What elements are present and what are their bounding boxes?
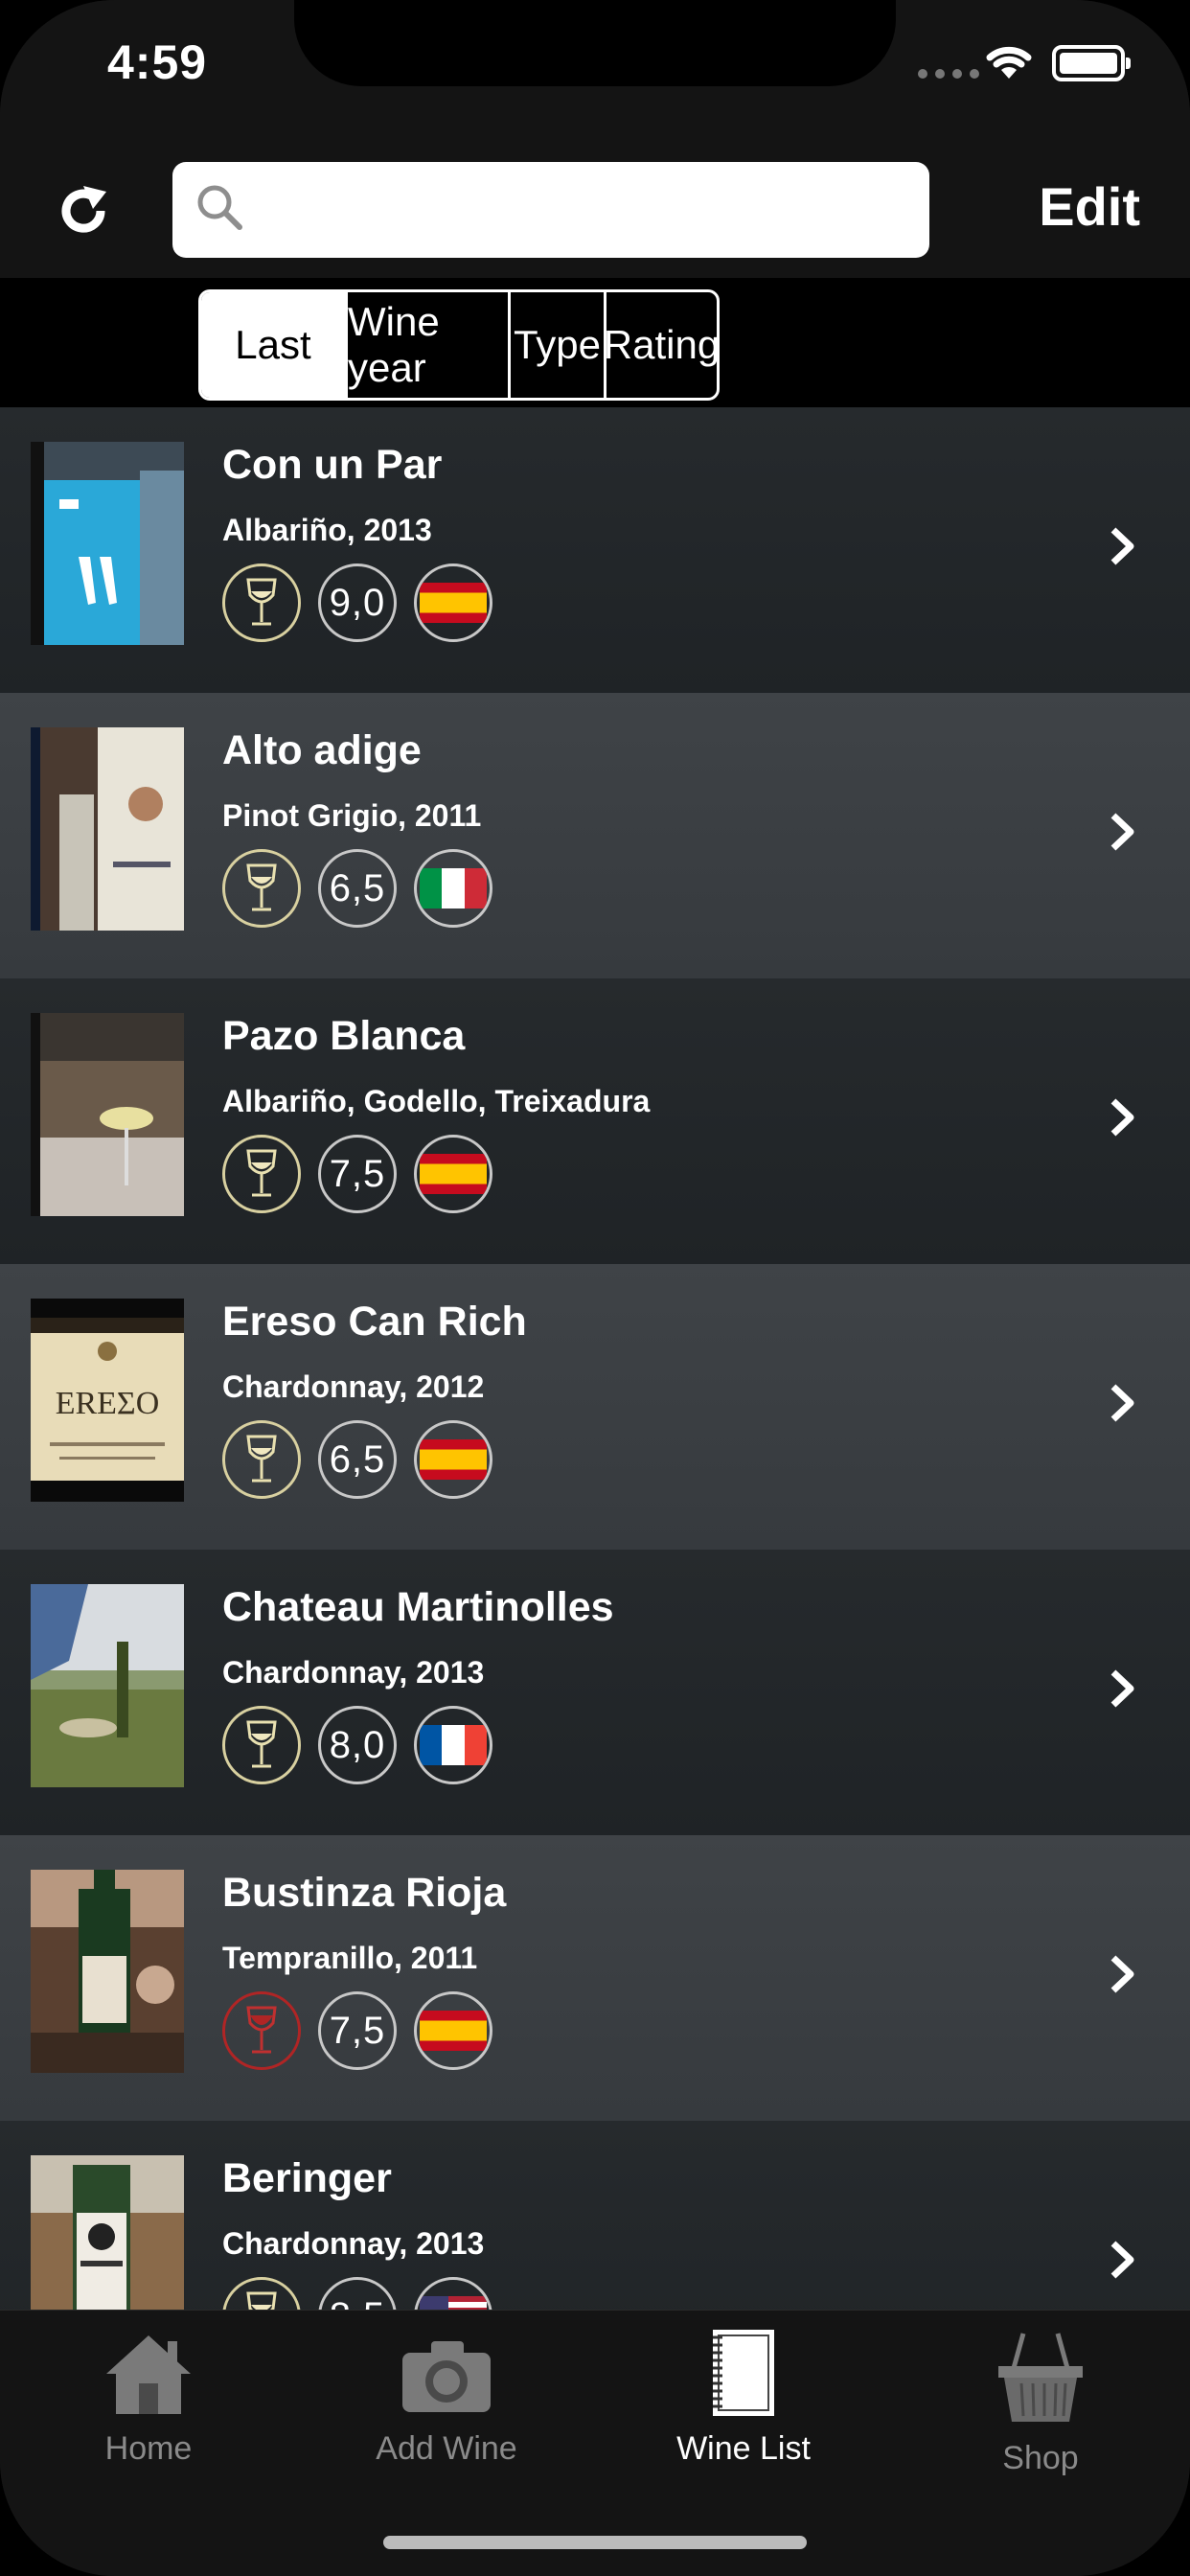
wine-photo xyxy=(31,442,184,645)
camera-icon xyxy=(402,2341,491,2412)
wine-row[interactable]: Pazo Blanca Albariño, Godello, Treixadur… xyxy=(0,978,1190,1264)
rating-badge: 7,5 xyxy=(318,1991,397,2070)
wine-row[interactable]: Con un Par Albariño, 2013 9,0 xyxy=(0,407,1190,693)
wine-row[interactable]: EREΣO Ereso Can Rich Chardonnay, 2012 6,… xyxy=(0,1264,1190,1550)
wine-photo xyxy=(31,727,184,931)
chevron-right-icon xyxy=(1110,1955,1134,1993)
rating-badge: 8,5 xyxy=(318,2277,397,2310)
wine-row[interactable]: Chateau Martinolles Chardonnay, 2013 8,0 xyxy=(0,1550,1190,1835)
white-wine-glass-icon xyxy=(222,1135,301,1213)
sort-segmented-control: Last Wine year Type Rating xyxy=(198,289,720,401)
tab-label: Add Wine xyxy=(376,2430,517,2467)
device-notch xyxy=(294,0,896,86)
italy-flag-icon xyxy=(414,849,492,928)
segment-wine-year[interactable]: Wine year xyxy=(345,292,508,398)
search-icon xyxy=(197,185,242,230)
tab-label: Home xyxy=(104,2430,193,2467)
spain-flag-icon xyxy=(414,564,492,642)
rating-badge: 9,0 xyxy=(318,564,397,642)
spain-flag-icon xyxy=(414,1991,492,2070)
france-flag-icon xyxy=(414,1706,492,1784)
edit-button[interactable]: Edit xyxy=(1039,175,1140,238)
white-wine-glass-icon xyxy=(222,1420,301,1499)
wine-name: Pazo Blanca xyxy=(222,1013,466,1059)
chevron-right-icon xyxy=(1110,2241,1134,2279)
tab-home[interactable]: Home xyxy=(34,2330,263,2468)
home-indicator[interactable] xyxy=(383,2536,807,2549)
search-input[interactable] xyxy=(255,162,916,258)
chevron-right-icon xyxy=(1110,1669,1134,1708)
wine-photo xyxy=(31,1870,184,2073)
wine-grape-year: Tempranillo, 2011 xyxy=(222,1941,478,1975)
segment-type[interactable]: Type xyxy=(508,292,604,398)
chevron-right-icon xyxy=(1110,813,1134,851)
wine-photo xyxy=(31,2155,184,2310)
app-screen: 4:59 Edit Last Wine year Type Rating Con… xyxy=(0,0,1190,2576)
wine-grape-year: Albariño, 2013 xyxy=(222,513,432,547)
usa-flag-icon xyxy=(414,2277,492,2310)
sort-bar: Last Wine year Type Rating xyxy=(0,278,1190,407)
red-wine-glass-icon xyxy=(222,1991,301,2070)
wine-list: Con un Par Albariño, 2013 9,0 Alto adige… xyxy=(0,407,1190,2310)
white-wine-glass-icon xyxy=(222,849,301,928)
segment-rating[interactable]: Rating xyxy=(604,292,717,398)
house-icon xyxy=(106,2335,191,2414)
wine-photo xyxy=(31,1584,184,1787)
battery-icon xyxy=(1052,45,1131,81)
wine-grape-year: Chardonnay, 2013 xyxy=(222,1655,485,1690)
chevron-right-icon xyxy=(1110,1384,1134,1422)
chevron-right-icon xyxy=(1110,527,1134,565)
wine-grape-year: Chardonnay, 2012 xyxy=(222,1369,485,1404)
tab-label: Shop xyxy=(1002,2440,1079,2476)
white-wine-glass-icon xyxy=(222,2277,301,2310)
status-time: 4:59 xyxy=(107,35,208,89)
tab-shop[interactable]: Shop xyxy=(926,2330,1156,2477)
tab-add-wine[interactable]: Add Wine xyxy=(332,2330,561,2468)
chevron-right-icon xyxy=(1110,1098,1134,1137)
status-bar: 4:59 xyxy=(0,0,1190,139)
navigation-bar: Edit xyxy=(0,139,1190,278)
white-wine-glass-icon xyxy=(222,1706,301,1784)
wine-row[interactable]: Bustinza Rioja Tempranillo, 2011 7,5 xyxy=(0,1835,1190,2121)
wine-row[interactable]: Alto adige Pinot Grigio, 2011 6,5 xyxy=(0,693,1190,978)
spain-flag-icon xyxy=(414,1420,492,1499)
wine-name: Beringer xyxy=(222,2155,392,2201)
rating-badge: 6,5 xyxy=(318,849,397,928)
search-field[interactable] xyxy=(172,162,929,258)
wine-name: Ereso Can Rich xyxy=(222,1299,527,1345)
segment-last[interactable]: Last xyxy=(201,292,345,398)
wine-name: Alto adige xyxy=(222,727,422,773)
wine-name: Bustinza Rioja xyxy=(222,1870,507,1916)
refresh-button[interactable] xyxy=(50,177,117,244)
white-wine-glass-icon xyxy=(222,564,301,642)
wine-row[interactable]: Beringer Chardonnay, 2013 8,5 xyxy=(0,2121,1190,2310)
wine-photo: EREΣO xyxy=(31,1299,184,1502)
svg-text:EREΣO: EREΣO xyxy=(56,1386,160,1421)
wine-grape-year: Chardonnay, 2013 xyxy=(222,2226,485,2261)
wine-grape-year: Pinot Grigio, 2011 xyxy=(222,798,482,833)
refresh-icon xyxy=(61,186,106,233)
rating-badge: 7,5 xyxy=(318,1135,397,1213)
wine-photo xyxy=(31,1013,184,1216)
wifi-icon xyxy=(986,46,1032,79)
wine-grape-year: Albariño, Godello, Treixadura xyxy=(222,1084,651,1118)
tab-label: Wine List xyxy=(676,2430,811,2467)
wine-name: Con un Par xyxy=(222,442,443,488)
rating-badge: 6,5 xyxy=(318,1420,397,1499)
basket-icon xyxy=(998,2333,1083,2422)
notebook-icon xyxy=(713,2330,774,2416)
cellular-signal-icon xyxy=(918,69,979,79)
wine-name: Chateau Martinolles xyxy=(222,1584,614,1630)
spain-flag-icon xyxy=(414,1135,492,1213)
tab-wine-list[interactable]: Wine List xyxy=(629,2330,858,2468)
rating-badge: 8,0 xyxy=(318,1706,397,1784)
